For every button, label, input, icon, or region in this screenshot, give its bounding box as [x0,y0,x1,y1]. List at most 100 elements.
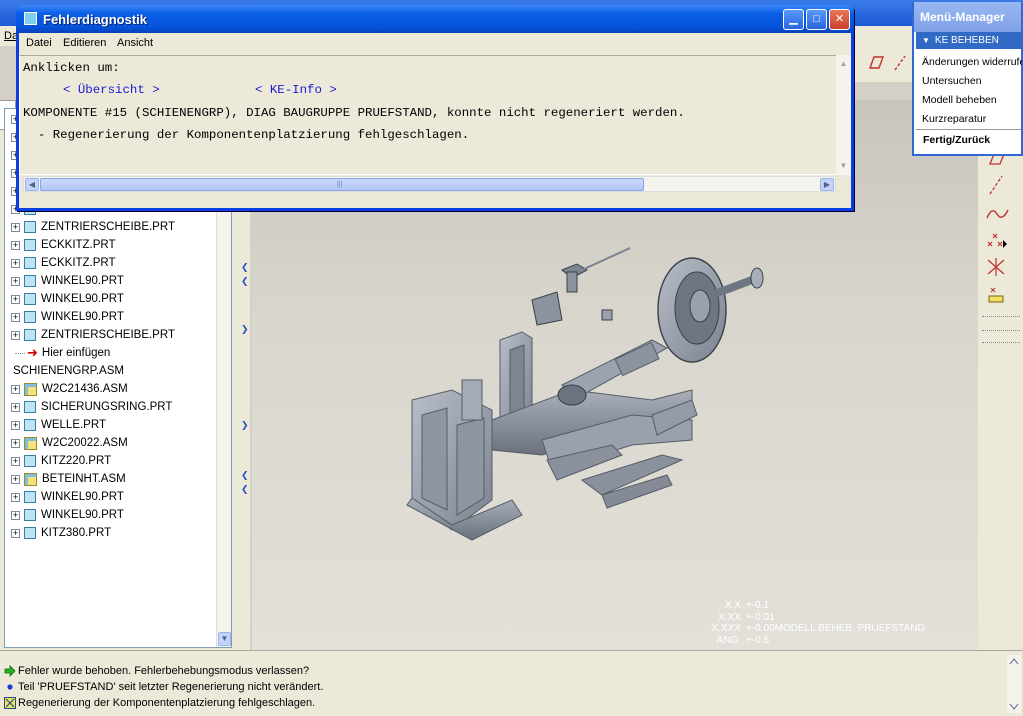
expand-plus-icon[interactable]: + [11,294,20,304]
datum-axis-icon[interactable] [984,174,1010,196]
tree-item[interactable]: + WINKEL90.PRT [5,488,215,506]
info-dot-icon [4,681,16,693]
datum-axis-icon[interactable] [891,54,909,72]
message-line: Fehler wurde behoben. Fehlerbehebungsmod… [4,663,309,679]
tree-item[interactable]: + ECKKITZ.PRT [5,254,215,272]
assembly-model[interactable] [392,240,792,590]
scroll-right-icon[interactable]: ▶ [820,178,834,191]
expand-plus-icon[interactable]: + [11,474,20,484]
tree-item[interactable]: + BETEINHT.ASM [5,470,215,488]
menu-item-quick-fix[interactable]: Kurzreparatur [922,113,1022,125]
menu-item-undo-changes[interactable]: Änderungen widerrufen [922,56,1022,68]
part-icon [24,491,36,503]
expand-plus-icon[interactable]: + [11,312,20,322]
part-icon [24,527,36,539]
collapse-left-icon[interactable]: ❮ [241,276,249,288]
dialog-menubar: Datei Editieren Ansicht [19,34,851,54]
app-icon [24,12,37,25]
overview-link[interactable]: < Übersicht > [63,83,160,97]
expand-plus-icon[interactable]: + [11,258,20,268]
tree-item-label: Hier einfügen [41,347,111,359]
datum-plane-icon[interactable] [867,54,885,72]
prompt-text: Anklicken um: [23,61,120,75]
tree-item[interactable]: + ZENTRIERSCHEIBE.PRT [5,218,215,236]
message-text: Fehler wurde behoben. Fehlerbehebungsmod… [18,665,310,677]
tree-item[interactable]: ➜ Hier einfügen [5,344,215,362]
tree-item[interactable]: + W2C21436.ASM [5,380,215,398]
readout-line: X.XX +-0.01 [718,611,775,623]
expand-right-icon[interactable]: ❯ [241,420,249,432]
insert-here-arrow-icon: ➜ [27,345,38,360]
tree-item[interactable]: + WINKEL90.PRT [5,308,215,326]
tree-item-label: BETEINHT.ASM [42,473,126,485]
tree-item[interactable]: + KITZ220.PRT [5,452,215,470]
expand-plus-icon[interactable]: + [11,456,20,466]
dialog-titlebar[interactable]: Fehlerdiagnostik ▁ □ ✕ [16,5,854,33]
readout-line: X.XXX +-0.00MODELL BEHEB: PRUEFSTAND [711,623,925,634]
scroll-down-arrow-icon[interactable]: ▼ [218,632,231,646]
tree-item-label: ECKKITZ.PRT [41,239,116,251]
menu-datei[interactable]: Datei [26,37,52,49]
minimize-button[interactable]: ▁ [783,9,804,30]
analysis-feature-icon[interactable] [984,284,1010,306]
tree-item[interactable]: + WELLE.PRT [5,416,215,434]
expand-plus-icon[interactable]: + [11,402,20,412]
close-icon: ✕ [834,13,845,25]
tree-item[interactable]: + W2C20022.ASM [5,434,215,452]
datum-point-icon[interactable] [984,230,1010,252]
scroll-down-icon[interactable]: ▼ [837,159,850,173]
menu-item-investigate[interactable]: Untersuchen [922,75,1022,87]
expand-plus-icon[interactable]: + [11,420,20,430]
scroll-up-icon[interactable]: ▲ [837,57,850,71]
dialog-vertical-scrollbar[interactable]: ▲ ▼ [836,55,851,175]
maximize-icon: □ [813,13,820,25]
expand-plus-icon[interactable]: + [11,492,20,502]
scroll-left-icon[interactable]: ◀ [25,178,39,191]
tree-item-label: WINKEL90.PRT [41,311,124,323]
expand-plus-icon[interactable]: + [11,276,20,286]
expand-plus-icon[interactable]: + [11,222,20,232]
expand-plus-icon[interactable]: + [11,384,20,394]
diagnostic-content: Anklicken um: < Übersicht > < KE-Info > … [19,55,837,175]
menu-ansicht[interactable]: Ansicht [117,37,153,49]
collapse-left-icon[interactable]: ❮ [241,262,249,274]
expand-plus-icon[interactable]: + [11,438,20,448]
close-button[interactable]: ✕ [829,9,850,30]
menu-header-ke-beheben[interactable]: ▼ KE BEHEBEN [916,32,1021,49]
expand-plus-icon[interactable]: + [11,528,20,538]
tree-item[interactable]: + KITZ380.PRT [5,524,215,542]
dialog-horizontal-scrollbar[interactable]: ◀ ||| ▶ [23,176,836,192]
message-text: Teil 'PRUEFSTAND' seit letzter Regenerie… [18,681,324,693]
collapse-left-icon[interactable]: ❮ [241,470,249,482]
tree-item[interactable]: SCHIENENGRP.ASM [5,362,215,380]
tree-item[interactable]: + WINKEL90.PRT [5,272,215,290]
done-return-button[interactable]: Fertig/Zurück [916,129,1021,150]
expand-plus-icon[interactable]: + [11,240,20,250]
panel-sash[interactable]: ❮ ❮ ❯ ❯ ❮ ❮ [238,210,250,650]
datum-curve-icon[interactable] [984,202,1010,224]
tree-item[interactable]: + WINKEL90.PRT [5,290,215,308]
coordinate-system-icon[interactable] [984,256,1010,278]
part-icon [24,419,36,431]
tolerance-readout: X.X +-0.1 X.XX +-0.01 X.XXX +-0.00MODELL BEHE… [707,600,925,646]
tree-item[interactable]: + WINKEL90.PRT [5,506,215,524]
message-scrollbar[interactable] [1007,655,1021,713]
feature-info-link[interactable]: < KE-Info > [255,83,337,97]
maximize-button[interactable]: □ [806,9,827,30]
tree-item[interactable]: + ECKKITZ.PRT [5,236,215,254]
expand-right-icon[interactable]: ❯ [241,324,249,336]
tree-item-label: ZENTRIERSCHEIBE.PRT [41,329,175,341]
tree-item-label: KITZ220.PRT [41,455,112,467]
menu-editieren[interactable]: Editieren [63,37,106,49]
top-toolbar [853,46,913,82]
expand-plus-icon[interactable]: + [11,330,20,340]
tree-item[interactable]: + ZENTRIERSCHEIBE.PRT [5,326,215,344]
tree-item[interactable]: + SICHERUNGSRING.PRT [5,398,215,416]
menu-manager-title[interactable]: Menü-Manager [914,2,1021,32]
collapse-left-icon[interactable]: ❮ [241,484,249,496]
menu-item-fix-model[interactable]: Modell beheben [922,94,1022,106]
assembly-icon [24,382,37,396]
expand-plus-icon[interactable]: + [11,510,20,520]
part-icon [24,311,36,323]
scroll-thumb[interactable]: ||| [40,178,644,191]
